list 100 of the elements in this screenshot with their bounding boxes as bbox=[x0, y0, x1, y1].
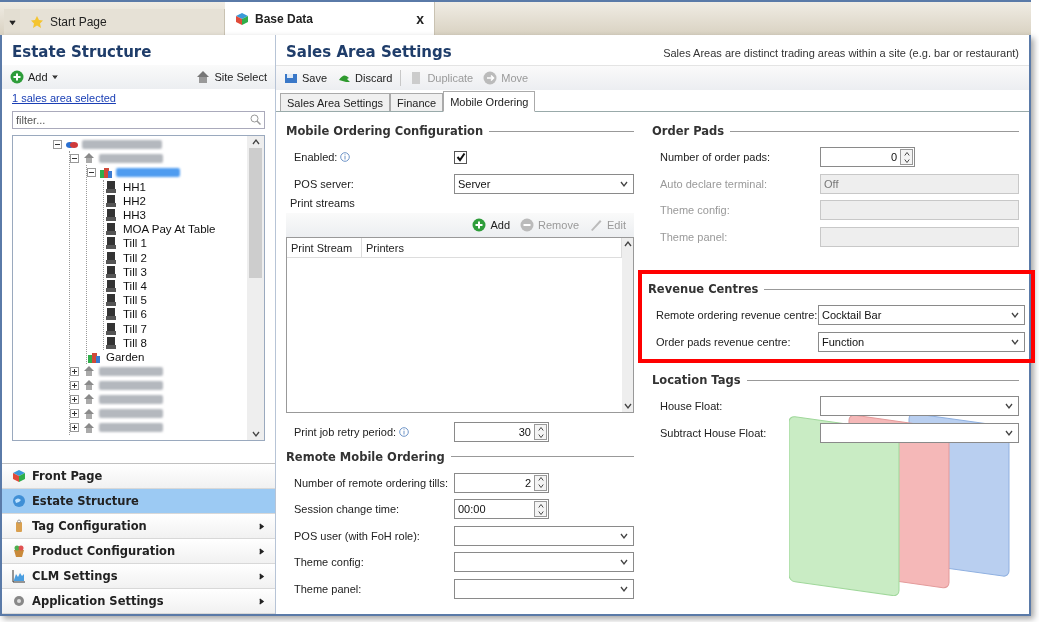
collapse-toggle-icon[interactable] bbox=[70, 153, 79, 163]
tree-item[interactable]: HH3 bbox=[121, 209, 148, 222]
submenu-arrow-icon bbox=[258, 597, 265, 605]
scroll-down-icon bbox=[623, 402, 632, 410]
tree-item[interactable]: Till 2 bbox=[121, 251, 149, 264]
dropdown[interactable] bbox=[820, 396, 1019, 417]
spin-up-icon bbox=[537, 502, 544, 509]
expand-toggle-icon[interactable] bbox=[70, 394, 79, 404]
field-label: Order pads revenue centre: bbox=[656, 335, 792, 348]
dropdown[interactable] bbox=[820, 422, 1019, 443]
field-label: Enabled: bbox=[294, 151, 454, 164]
save-button[interactable]: Save bbox=[282, 71, 330, 85]
tree-item[interactable]: HH2 bbox=[121, 194, 148, 207]
tab[interactable]: Finance bbox=[390, 93, 444, 111]
checkmark-icon bbox=[455, 152, 466, 163]
tree-item[interactable]: HH1 bbox=[121, 180, 148, 193]
spin-down-icon bbox=[903, 157, 910, 164]
column-header[interactable]: Print Stream bbox=[287, 238, 362, 257]
settings-icon bbox=[12, 594, 26, 608]
tree-item[interactable]: MOA Pay At Table bbox=[121, 223, 218, 236]
nav-label: Product Configuration bbox=[32, 544, 176, 558]
discard-button[interactable]: Discard bbox=[335, 71, 395, 85]
dropdown[interactable]: Server bbox=[454, 173, 634, 194]
dropdown[interactable] bbox=[454, 552, 634, 573]
nav-label: Application Settings bbox=[32, 594, 164, 608]
tree-item[interactable]: Till 5 bbox=[121, 294, 149, 307]
terminal-icon bbox=[104, 278, 118, 293]
tab-list-dropdown[interactable] bbox=[4, 9, 20, 35]
spin-down-icon bbox=[537, 432, 544, 439]
tab[interactable]: Sales Area Settings bbox=[280, 93, 390, 111]
globe-icon bbox=[12, 494, 26, 508]
nav-item[interactable]: Estate Structure bbox=[2, 489, 275, 514]
description: Sales Areas are distinct trading areas within a site (e.g. bar or restaurant) bbox=[663, 47, 1020, 59]
blurred-label[interactable] bbox=[116, 167, 180, 177]
selection-link[interactable]: 1 sales area selected bbox=[2, 89, 275, 107]
tree-item[interactable]: Till 3 bbox=[121, 265, 149, 278]
document-tab[interactable]: Base Data x bbox=[225, 2, 435, 35]
add-button[interactable]: Add bbox=[8, 70, 60, 84]
expand-toggle-icon[interactable] bbox=[70, 409, 79, 419]
field-label: Remote ordering revenue centre: bbox=[656, 309, 818, 322]
filter-field[interactable]: filter... bbox=[12, 111, 265, 129]
chevron-down-icon bbox=[1011, 311, 1019, 320]
expand-toggle-icon[interactable] bbox=[70, 366, 79, 376]
expand-toggle-icon[interactable] bbox=[70, 380, 79, 390]
nav-label: CLM Settings bbox=[32, 569, 118, 583]
house-icon bbox=[82, 378, 96, 393]
checkbox[interactable] bbox=[454, 150, 467, 164]
tree-item[interactable]: Till 4 bbox=[121, 279, 149, 292]
close-button[interactable]: x bbox=[416, 10, 424, 27]
house-icon bbox=[82, 364, 96, 379]
house-icon bbox=[82, 420, 96, 435]
time-field[interactable]: 00:00 bbox=[454, 499, 549, 520]
site-select-button[interactable]: Site Select bbox=[194, 70, 269, 84]
terminal-icon bbox=[104, 293, 118, 308]
field-label: Number of order pads: bbox=[660, 151, 772, 164]
panel-title: Sales Area Settings bbox=[285, 42, 453, 63]
number-spinner[interactable]: 2 bbox=[454, 472, 549, 493]
tree-item[interactable]: Till 1 bbox=[121, 237, 149, 250]
number-spinner[interactable]: 30 bbox=[454, 422, 549, 443]
chevron-down-icon bbox=[1005, 402, 1013, 411]
field-label: Print job retry period: bbox=[294, 426, 454, 439]
collapse-toggle-icon[interactable] bbox=[53, 139, 62, 149]
terminal-icon bbox=[104, 222, 118, 237]
terminal-icon bbox=[104, 264, 118, 279]
scrollbar-thumb[interactable] bbox=[249, 148, 262, 278]
tree-item[interactable]: Till 6 bbox=[121, 308, 149, 321]
add-button[interactable]: Add bbox=[470, 218, 513, 232]
number-spinner[interactable]: 0 bbox=[820, 147, 915, 168]
field-label: Theme panel: bbox=[660, 230, 729, 243]
plus-icon bbox=[472, 218, 487, 232]
spin-down-icon bbox=[537, 483, 544, 490]
tab[interactable]: Mobile Ordering bbox=[443, 91, 536, 112]
terminal-icon bbox=[104, 321, 118, 336]
tree-item[interactable]: Till 7 bbox=[121, 322, 149, 335]
tab-label: Start Page bbox=[50, 15, 107, 29]
basket-icon bbox=[12, 544, 26, 558]
terminal-icon bbox=[104, 179, 118, 194]
group-title: Order Pads bbox=[652, 124, 725, 138]
nav-label: Estate Structure bbox=[32, 494, 139, 508]
dropdown-triangle-icon bbox=[51, 74, 58, 80]
submenu-arrow-icon bbox=[258, 547, 265, 555]
terminal-icon bbox=[104, 307, 118, 322]
scroll-up-icon bbox=[251, 138, 260, 146]
save-icon bbox=[284, 71, 298, 85]
collapse-toggle-icon[interactable] bbox=[87, 167, 96, 177]
info-icon bbox=[399, 427, 410, 438]
dropdown[interactable]: Function bbox=[818, 331, 1025, 352]
chart-icon bbox=[12, 569, 26, 583]
field-label: Number of remote ordering tills: bbox=[294, 476, 450, 489]
dropdown[interactable] bbox=[454, 578, 634, 599]
field-label: POS user (with FoH role): bbox=[294, 529, 421, 542]
terminal-icon bbox=[104, 335, 118, 350]
dropdown[interactable] bbox=[454, 525, 634, 546]
tree-item[interactable]: Till 8 bbox=[121, 336, 149, 349]
document-tab[interactable]: Start Page bbox=[20, 9, 225, 35]
spin-up-icon bbox=[537, 425, 544, 432]
expand-toggle-icon[interactable] bbox=[70, 423, 79, 433]
tree-item[interactable]: Garden bbox=[104, 350, 147, 363]
info-icon bbox=[340, 152, 351, 163]
dropdown[interactable]: Cocktail Bar bbox=[818, 305, 1025, 326]
